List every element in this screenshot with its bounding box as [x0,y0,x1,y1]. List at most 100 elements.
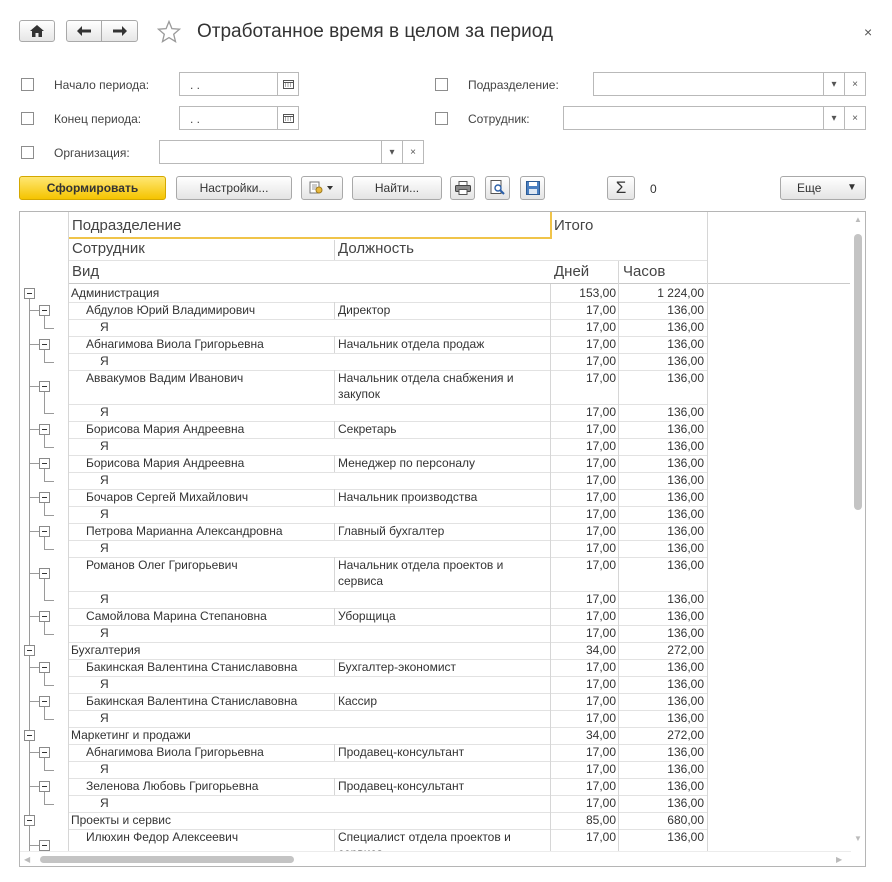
employee-field[interactable]: ▾ × [563,106,866,130]
back-button[interactable] [66,20,102,42]
settings-button[interactable]: Настройки... [176,176,292,200]
variants-button[interactable] [301,176,343,200]
floppy-disk-icon [526,181,540,195]
row-hours: 136,00 [667,354,704,368]
table-row[interactable] [20,642,850,659]
row-days: 17,00 [585,439,616,453]
vertical-scrollbar[interactable]: ▲ ▼ [851,212,865,866]
calendar-icon[interactable] [277,107,298,129]
row-hours: 136,00 [667,405,704,419]
row-hours: 136,00 [667,830,704,844]
start-period-field[interactable]: . . [179,72,299,96]
department-checkbox[interactable] [435,78,448,91]
collapse-employee-icon[interactable] [39,568,50,579]
end-period-field[interactable]: . . [179,106,299,130]
collapse-employee-icon[interactable] [39,305,50,316]
clear-icon[interactable]: × [844,73,865,95]
table-row[interactable] [20,761,850,778]
sum-button[interactable]: Σ [607,176,635,200]
page-title: Отработанное время в целом за период [197,21,553,42]
start-period-checkbox[interactable] [21,78,34,91]
chevron-down-icon[interactable]: ▾ [381,141,402,163]
organization-checkbox[interactable] [21,146,34,159]
print-button[interactable] [450,176,475,200]
collapse-employee-icon[interactable] [39,492,50,503]
row-position: Начальник отдела продаж [338,337,485,351]
clear-icon[interactable]: × [844,107,865,129]
scroll-right-icon[interactable]: ▶ [836,855,842,864]
collapse-employee-icon[interactable] [39,662,50,673]
row-days: 17,00 [585,320,616,334]
organization-field[interactable]: ▾ × [159,140,424,164]
home-icon [30,25,44,37]
table-row[interactable] [20,404,850,421]
row-employee-name: Самойлова Марина Степановна [86,609,267,623]
collapse-employee-icon[interactable] [39,840,50,851]
header-employee: Сотрудник [72,240,145,257]
generate-button[interactable]: Сформировать [19,176,166,200]
vertical-scroll-thumb[interactable] [854,234,862,510]
horizontal-scrollbar[interactable]: ◀ ▶ [20,851,851,866]
collapse-group-icon[interactable] [24,645,35,656]
employee-checkbox[interactable] [435,112,448,125]
printer-icon [455,181,471,195]
report-spreadsheet[interactable]: Подразделение Итого Сотрудник Должность Вид Д… [19,211,866,867]
close-icon[interactable]: × [864,24,872,40]
collapse-employee-icon[interactable] [39,781,50,792]
row-employee-name: Аввакумов Вадим Иванович [86,371,244,385]
header-kind: Вид [72,263,100,280]
table-row[interactable] [20,591,850,608]
collapse-group-icon[interactable] [24,815,35,826]
table-row[interactable] [20,319,850,336]
calendar-icon[interactable] [277,73,298,95]
collapse-employee-icon[interactable] [39,747,50,758]
end-period-checkbox[interactable] [21,112,34,125]
row-hours: 136,00 [667,694,704,708]
chevron-down-icon[interactable]: ▾ [823,107,844,129]
department-field[interactable]: ▾ × [593,72,866,96]
table-row[interactable] [20,472,850,489]
scroll-up-icon[interactable]: ▲ [854,215,862,224]
save-button[interactable] [520,176,545,200]
collapse-employee-icon[interactable] [39,611,50,622]
row-days: 17,00 [585,541,616,555]
collapse-employee-icon[interactable] [39,526,50,537]
start-period-label: Начало периода: [54,78,150,92]
collapse-group-icon[interactable] [24,288,35,299]
row-position: Бухгалтер-экономист [338,660,457,674]
collapse-employee-icon[interactable] [39,381,50,392]
table-row[interactable] [20,795,850,812]
collapse-employee-icon[interactable] [39,424,50,435]
forward-button[interactable] [101,20,138,42]
table-row[interactable] [20,540,850,557]
preview-button[interactable] [485,176,510,200]
collapse-group-icon[interactable] [24,730,35,741]
table-row[interactable] [20,710,850,727]
table-row[interactable] [20,676,850,693]
favorite-star-icon[interactable] [156,19,182,44]
row-kind: Я [100,677,109,691]
row-hours: 136,00 [667,473,704,487]
scroll-left-icon[interactable]: ◀ [24,855,30,864]
table-row[interactable] [20,625,850,642]
collapse-employee-icon[interactable] [39,696,50,707]
row-days: 17,00 [585,422,616,436]
more-button[interactable]: Еще ▼ [780,176,866,200]
clear-icon[interactable]: × [402,141,423,163]
scroll-down-icon[interactable]: ▼ [854,834,862,843]
home-button[interactable] [19,20,55,42]
table-row[interactable] [20,353,850,370]
collapse-employee-icon[interactable] [39,339,50,350]
row-days: 85,00 [585,813,616,827]
table-row[interactable] [20,438,850,455]
row-group-name: Маркетинг и продажи [71,728,191,742]
find-button[interactable]: Найти... [352,176,442,200]
row-hours: 136,00 [667,456,704,470]
chevron-down-icon[interactable]: ▾ [823,73,844,95]
chevron-down-icon: ▼ [847,182,857,193]
header-total: Итого [554,217,594,234]
table-row[interactable] [20,506,850,523]
row-hours: 1 224,00 [657,286,704,300]
horizontal-scroll-thumb[interactable] [40,856,294,863]
collapse-employee-icon[interactable] [39,458,50,469]
